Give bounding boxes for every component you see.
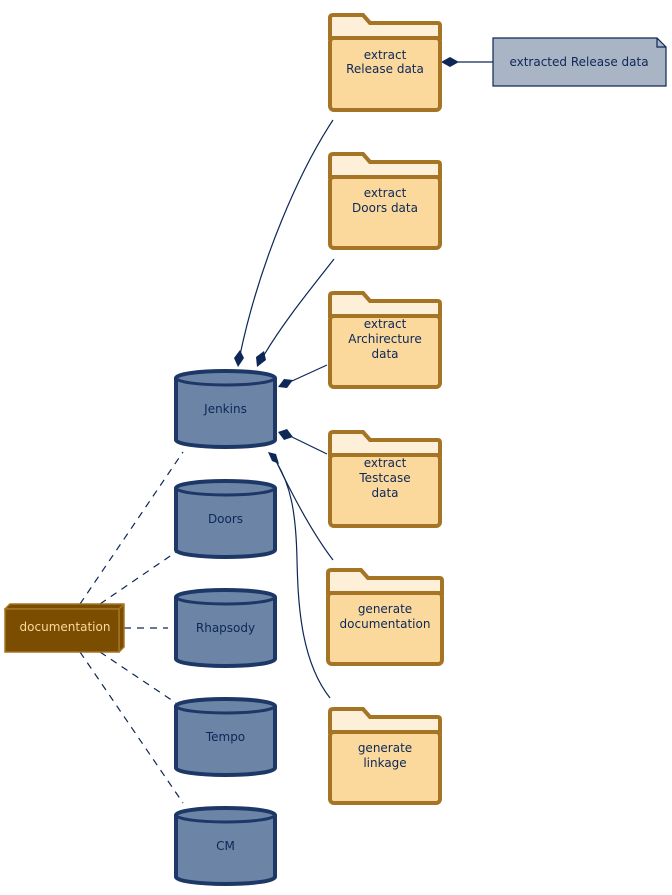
edge-jenkins-generate-doc [276, 462, 334, 561]
database-label: Rhapsody [196, 621, 255, 635]
folder-label: data [371, 347, 398, 361]
edge-jenkins-doors-data [263, 258, 335, 356]
edge-jenkins-release [239, 119, 334, 356]
folder-release[interactable]: extract Release data [328, 13, 442, 112]
edge-doc-cm [79, 651, 184, 804]
note-extracted-release-data[interactable]: extracted Release data [492, 37, 667, 87]
database-jenkins[interactable]: Jenkins [174, 369, 277, 449]
diamond-icon [256, 351, 266, 367]
folder-label: extract [364, 317, 407, 331]
node-documentation[interactable]: documentation [3, 603, 125, 653]
node-label: documentation [20, 620, 111, 634]
edge-doc-doors [99, 551, 177, 605]
database-label: CM [216, 839, 235, 853]
database-doors[interactable]: Doors [174, 479, 277, 559]
diamond-icon [441, 57, 459, 67]
database-cm[interactable]: CM [174, 806, 277, 886]
database-label: Doors [208, 512, 243, 526]
folder-label: Doors data [352, 201, 418, 215]
note-label: extracted Release data [509, 55, 648, 69]
folder-label: generate [358, 602, 412, 616]
folder-label: generate [358, 741, 412, 755]
folder-label: Release data [346, 62, 424, 76]
edge-jenkins-generate-linkage [276, 462, 331, 699]
folder-label: extract [364, 186, 407, 200]
folder-generate-linkage[interactable]: generate linkage [328, 707, 442, 805]
edge-jenkins-architecture [291, 364, 328, 382]
folder-label: linkage [363, 756, 406, 770]
databases: Jenkins Doors Rhapsody Tempo CM [174, 369, 277, 886]
edge-jenkins-testcase [291, 436, 328, 455]
folder-label: Testcase [358, 471, 410, 485]
folder-doors-data[interactable]: extract Doors data [328, 152, 442, 250]
database-label: Jenkins [203, 402, 247, 416]
folder-label: extract [364, 48, 407, 62]
database-tempo[interactable]: Tempo [174, 697, 277, 777]
edge-doc-jenkins [79, 451, 184, 605]
diamond-icon [234, 350, 244, 367]
diagram-canvas: extract Release data extract Doors data … [3, 13, 667, 886]
database-label: Tempo [205, 730, 245, 744]
folder-label: documentation [340, 617, 431, 631]
folder-architecture[interactable]: extract Archirecture data [328, 291, 442, 389]
folder-testcase[interactable]: extract Testcase data [328, 430, 442, 528]
folder-generate-documentation[interactable]: generate documentation [326, 568, 444, 666]
folder-label: extract [364, 456, 407, 470]
diamond-icon [278, 379, 293, 388]
edge-doc-tempo [99, 651, 177, 704]
database-rhapsody[interactable]: Rhapsody [174, 588, 277, 668]
folder-label: Archirecture [348, 332, 421, 346]
diamond-icon [278, 429, 293, 440]
folder-label: data [371, 486, 398, 500]
diamond-icon [268, 452, 279, 464]
